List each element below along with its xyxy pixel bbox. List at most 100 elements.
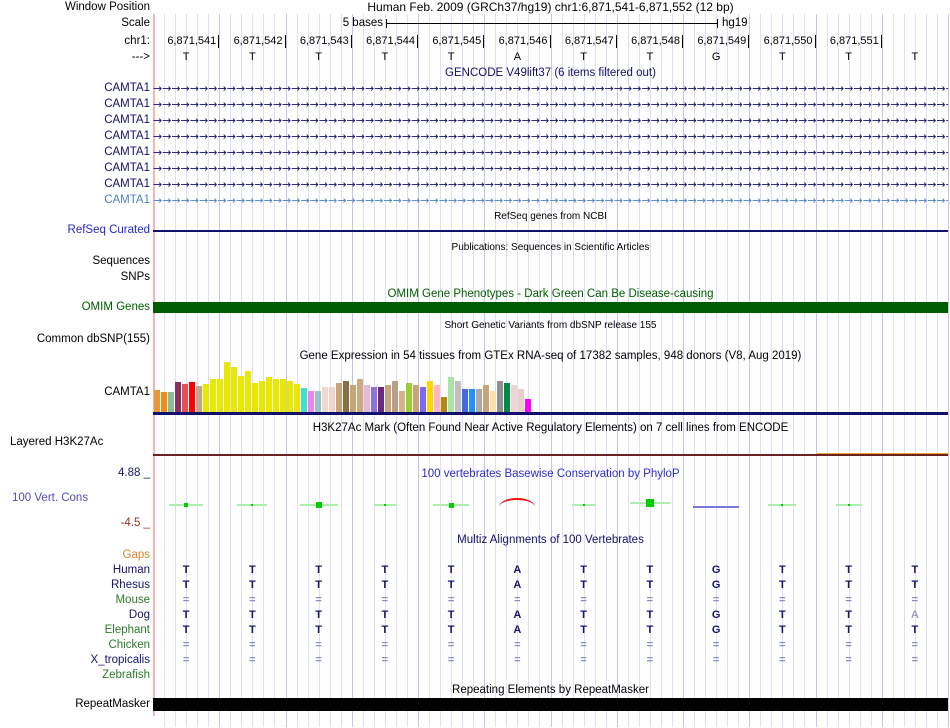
dbsnp-label[interactable]: Common dbSNP(155) — [0, 333, 150, 346]
gencode-transcript-label[interactable]: CAMTA1 — [0, 98, 150, 111]
gencode-transcript-arrows[interactable]: →→→→→→→→→→→→→→→→→→→→→→→→→→→→→→→→→→→→→→→→… — [153, 131, 948, 144]
gencode-transcript-arrows[interactable]: →→→→→→→→→→→→→→→→→→→→→→→→→→→→→→→→→→→→→→→→… — [153, 115, 948, 128]
multiz-species-label[interactable]: Gaps — [0, 549, 150, 562]
gtex-tissue-bar[interactable] — [217, 379, 223, 412]
gencode-transcript-arrows[interactable]: →→→→→→→→→→→→→→→→→→→→→→→→→→→→→→→→→→→→→→→→… — [153, 163, 948, 176]
gtex-tissue-bar[interactable] — [399, 391, 405, 412]
multiz-species-label[interactable]: Mouse — [0, 594, 150, 607]
gencode-transcript-label[interactable]: CAMTA1 — [0, 178, 150, 191]
multiz-species-label[interactable]: Chicken — [0, 639, 150, 652]
h3k27ac-label[interactable]: Layered H3K27Ac — [10, 436, 103, 449]
gtex-tissue-bar[interactable] — [182, 384, 188, 412]
gtex-tissue-bar[interactable] — [350, 385, 356, 412]
gtex-tissue-bar[interactable] — [406, 383, 412, 412]
gtex-tissue-bar[interactable] — [497, 381, 503, 412]
multiz-species-label[interactable]: Zebrafish — [0, 669, 150, 682]
gtex-tissue-bar[interactable] — [518, 389, 524, 412]
gtex-tissue-bar[interactable] — [154, 390, 160, 412]
h3k27ac-track-title[interactable]: H3K27Ac Mark (Often Found Near Active Re… — [153, 422, 948, 435]
refseq-curated-gene-bar[interactable] — [153, 230, 948, 232]
refseq-curated-label[interactable]: RefSeq Curated — [0, 224, 150, 237]
gtex-tissue-bar[interactable] — [245, 371, 251, 412]
gtex-tissue-bar[interactable] — [224, 362, 230, 412]
gtex-tissue-bar[interactable] — [378, 387, 384, 412]
publications-sequences-label[interactable]: Sequences — [0, 255, 150, 268]
phylop-conservation-marks[interactable] — [153, 497, 948, 513]
h3k27ac-signal-segment[interactable] — [817, 453, 948, 455]
gtex-tissue-bar[interactable] — [273, 379, 279, 412]
gencode-transcript-label[interactable]: CAMTA1 — [0, 130, 150, 143]
gtex-tissue-bar[interactable] — [343, 381, 349, 412]
gtex-tissue-bar[interactable] — [448, 377, 454, 412]
gtex-tissue-bar[interactable] — [504, 383, 510, 412]
gencode-transcript-label[interactable]: CAMTA1 — [0, 82, 150, 95]
gtex-tissue-bar[interactable] — [455, 381, 461, 412]
gtex-tissue-bar[interactable] — [371, 387, 377, 412]
gencode-transcript-label[interactable]: CAMTA1 — [0, 146, 150, 159]
gtex-tissue-bar[interactable] — [462, 389, 468, 412]
omim-genes-label[interactable]: OMIM Genes — [0, 301, 150, 314]
multiz-track-title[interactable]: Multiz Alignments of 100 Vertebrates — [153, 534, 948, 547]
dbsnp-track-title[interactable]: Short Genetic Variants from dbSNP releas… — [153, 319, 948, 332]
gtex-tissue-bar[interactable] — [231, 367, 237, 412]
gtex-tissue-bar[interactable] — [413, 385, 419, 412]
gtex-tissue-bar[interactable] — [511, 385, 517, 412]
gtex-tissue-bar[interactable] — [364, 385, 370, 412]
gtex-tissue-bar[interactable] — [392, 381, 398, 412]
multiz-species-label[interactable]: Dog — [0, 609, 150, 622]
gtex-tissue-bar[interactable] — [259, 381, 265, 412]
refseq-track-title[interactable]: RefSeq genes from NCBI — [153, 210, 948, 223]
gtex-tissue-bar[interactable] — [329, 387, 335, 412]
gencode-transcript-arrows[interactable]: →→→→→→→→→→→→→→→→→→→→→→→→→→→→→→→→→→→→→→→→… — [153, 179, 948, 192]
omim-gene-bar[interactable] — [153, 302, 948, 313]
gtex-tissue-bar[interactable] — [252, 383, 258, 412]
gtex-tissue-bar[interactable] — [266, 377, 272, 412]
gtex-gene-label[interactable]: CAMTA1 — [0, 386, 150, 399]
gtex-tissue-bar[interactable] — [280, 379, 286, 412]
gtex-tissue-bar[interactable] — [315, 391, 321, 412]
gtex-tissue-bar[interactable] — [210, 379, 216, 412]
gtex-expression-bars[interactable] — [153, 360, 948, 412]
gtex-tissue-bar[interactable] — [490, 391, 496, 412]
gtex-tissue-bar[interactable] — [168, 392, 174, 412]
repeatmasker-element-bar[interactable] — [153, 698, 948, 711]
gtex-tissue-bar[interactable] — [427, 381, 433, 412]
gtex-tissue-bar[interactable] — [189, 382, 195, 412]
gtex-tissue-bar[interactable] — [336, 383, 342, 412]
gtex-tissue-bar[interactable] — [301, 388, 307, 412]
omim-track-title[interactable]: OMIM Gene Phenotypes - Dark Green Can Be… — [153, 288, 948, 301]
repeatmasker-label[interactable]: RepeatMasker — [0, 698, 150, 711]
gtex-tissue-bar[interactable] — [434, 385, 440, 412]
phylop-label[interactable]: 100 Vert. Cons — [12, 492, 88, 505]
phylop-track-title[interactable]: 100 vertebrates Basewise Conservation by… — [153, 468, 948, 481]
gtex-tissue-bar[interactable] — [357, 379, 363, 412]
gencode-track-title[interactable]: GENCODE V49lift37 (6 items filtered out) — [153, 67, 948, 80]
multiz-species-label[interactable]: X_tropicalis — [0, 654, 150, 667]
gtex-tissue-bar[interactable] — [525, 399, 531, 412]
gtex-tissue-bar[interactable] — [420, 387, 426, 412]
gtex-tissue-bar[interactable] — [161, 392, 167, 412]
gtex-tissue-bar[interactable] — [469, 389, 475, 412]
gtex-tissue-bar[interactable] — [196, 386, 202, 412]
gencode-transcript-arrows[interactable]: →→→→→→→→→→→→→→→→→→→→→→→→→→→→→→→→→→→→→→→→… — [153, 99, 948, 112]
gtex-tissue-bar[interactable] — [385, 385, 391, 412]
multiz-species-label[interactable]: Elephant — [0, 624, 150, 637]
gtex-tissue-bar[interactable] — [287, 381, 293, 412]
gtex-tissue-bar[interactable] — [238, 376, 244, 412]
gencode-transcript-label[interactable]: CAMTA1 — [0, 114, 150, 127]
gtex-tissue-bar[interactable] — [483, 385, 489, 412]
gencode-transcript-label[interactable]: CAMTA1 — [0, 194, 150, 207]
gencode-transcript-arrows[interactable]: →→→→→→→→→→→→→→→→→→→→→→→→→→→→→→→→→→→→→→→→… — [153, 83, 948, 96]
publications-track-title[interactable]: Publications: Sequences in Scientific Ar… — [153, 241, 948, 254]
gtex-tissue-bar[interactable] — [294, 384, 300, 412]
repeatmasker-track-title[interactable]: Repeating Elements by RepeatMasker — [153, 684, 948, 697]
gencode-transcript-arrows[interactable]: →→→→→→→→→→→→→→→→→→→→→→→→→→→→→→→→→→→→→→→→… — [153, 195, 948, 208]
multiz-species-label[interactable]: Rhesus — [0, 579, 150, 592]
gencode-transcript-arrows[interactable]: →→→→→→→→→→→→→→→→→→→→→→→→→→→→→→→→→→→→→→→→… — [153, 147, 948, 160]
multiz-species-label[interactable]: Human — [0, 564, 150, 577]
gtex-tissue-bar[interactable] — [322, 387, 328, 412]
gtex-tissue-bar[interactable] — [203, 384, 209, 412]
gtex-tissue-bar[interactable] — [441, 397, 447, 412]
gtex-tissue-bar[interactable] — [175, 382, 181, 412]
gtex-tissue-bar[interactable] — [308, 391, 314, 412]
